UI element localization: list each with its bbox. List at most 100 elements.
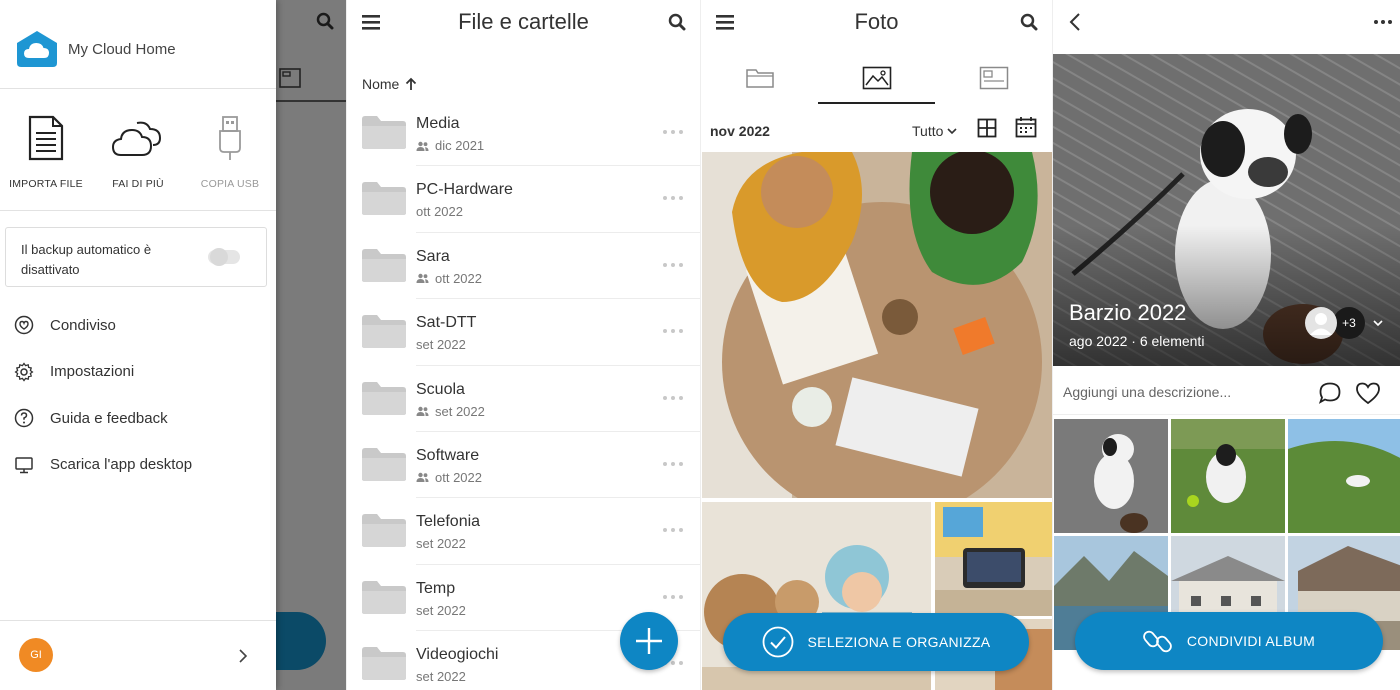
more-options-icon[interactable] <box>663 461 683 466</box>
more-options-icon[interactable] <box>663 594 683 599</box>
import-files-label: IMPORTA FILE <box>9 178 83 190</box>
folder-name: Media <box>416 115 460 132</box>
do-more-button[interactable]: FAI DI PIÙ <box>92 112 184 190</box>
auto-backup-text: Il backup automatico è disattivato <box>21 242 152 277</box>
drawer-menu: Condiviso Impostazioni Guida e feedback … <box>0 302 276 488</box>
select-organize-label: SELEZIONA E ORGANIZZA <box>807 634 991 650</box>
share-album-button[interactable]: CONDIVIDI ALBUM <box>1075 612 1383 670</box>
arrow-up-icon <box>406 77 417 90</box>
menu-item-help[interactable]: Guida e feedback <box>0 395 276 442</box>
album-meta: ago 2022 · 6 elementi <box>1069 333 1205 349</box>
account-row[interactable]: GI <box>0 620 276 690</box>
auto-backup-card: Il backup automatico è disattivato <box>5 227 267 287</box>
folder-row[interactable]: PC-Hardware ott 2022 <box>347 166 700 233</box>
photo-thumbnail[interactable] <box>935 502 1052 616</box>
shared-people-icon <box>416 473 429 483</box>
back-arrow-icon[interactable] <box>1069 13 1081 31</box>
folder-name: Sara <box>416 247 450 265</box>
date-label: nov 2022 <box>710 123 770 139</box>
menu-label-desktop-app: Scarica l'app desktop <box>50 456 193 474</box>
folder-date: set 2022 <box>416 602 466 618</box>
folder-meta: ott 2022 <box>416 204 463 219</box>
filter-dropdown[interactable]: Tutto <box>912 123 957 139</box>
tab-albums[interactable] <box>935 52 1052 104</box>
menu-label-shared: Condiviso <box>50 316 116 334</box>
folder-icon <box>362 514 406 548</box>
menu-item-settings[interactable]: Impostazioni <box>0 349 276 396</box>
more-options-icon[interactable] <box>663 395 683 400</box>
divider <box>1053 414 1400 415</box>
folder-icon <box>745 69 774 88</box>
navigation-drawer-screen: My Cloud Home IMPORTA FILE FAI DI PIÙ CO… <box>0 0 346 690</box>
tab-folders[interactable] <box>701 52 818 104</box>
album-members[interactable]: +3 <box>1305 307 1383 339</box>
select-organize-button[interactable]: SELEZIONA E ORGANIZZA <box>723 613 1029 671</box>
monitor-icon <box>15 457 33 473</box>
menu-item-shared[interactable]: Condiviso <box>0 302 276 349</box>
menu-label-help: Guida e feedback <box>50 409 168 427</box>
more-options-icon[interactable] <box>663 130 683 134</box>
folder-row[interactable]: Scuola set 2022 <box>347 366 700 432</box>
calendar-icon[interactable] <box>1015 116 1037 138</box>
folder-name: Telefonia <box>416 513 481 531</box>
folder-meta: set 2022 <box>416 337 466 352</box>
menu-item-desktop-app[interactable]: Scarica l'app desktop <box>0 442 276 489</box>
folder-date: ott 2022 <box>435 270 482 286</box>
shared-people-icon <box>416 141 429 151</box>
import-files-button[interactable]: IMPORTA FILE <box>0 112 92 190</box>
heart-icon[interactable] <box>1355 381 1381 405</box>
folder-row[interactable]: Software ott 2022 <box>347 432 700 499</box>
more-options-icon[interactable] <box>663 196 683 201</box>
settings-icon <box>14 362 34 382</box>
folder-name: Software <box>416 446 480 464</box>
search-icon[interactable] <box>668 13 686 31</box>
folder-date: ott 2022 <box>416 204 463 220</box>
photo-thumbnail[interactable] <box>1288 419 1400 533</box>
photo-thumbnail[interactable] <box>702 152 1052 498</box>
date-header: nov 2022 Tutto <box>701 112 1052 148</box>
photo-thumbnail[interactable] <box>1054 419 1168 533</box>
files-screen: File e cartelle Nome Media dic 2021 PC-H… <box>346 0 700 690</box>
member-avatar <box>1305 307 1337 339</box>
plus-icon <box>636 628 662 654</box>
shared-people-icon <box>416 406 429 417</box>
auto-backup-toggle[interactable] <box>208 248 240 266</box>
album-title: Barzio 2022 <box>1069 300 1187 325</box>
search-icon[interactable] <box>1020 13 1038 31</box>
folder-icon <box>362 315 406 349</box>
chevron-down-icon <box>947 127 957 134</box>
view-tabs <box>701 52 1052 104</box>
add-button[interactable] <box>620 612 678 670</box>
usb-copy-button[interactable]: COPIA USB <box>184 112 276 190</box>
share-album-label: CONDIVIDI ALBUM <box>1186 633 1316 649</box>
folder-row[interactable]: Media dic 2021 <box>347 100 700 167</box>
divider <box>0 210 276 211</box>
user-icon <box>1310 313 1332 335</box>
comment-icon[interactable] <box>1318 381 1342 405</box>
filter-label: Tutto <box>912 123 944 139</box>
top-bar: Foto <box>701 0 1052 48</box>
dimmed-background[interactable] <box>236 0 346 690</box>
folder-date: ott 2022 <box>435 469 482 485</box>
tab-photos[interactable] <box>818 52 935 104</box>
description-input[interactable]: Aggiungi una descrizione... <box>1063 384 1231 400</box>
more-options-icon[interactable] <box>1374 20 1392 24</box>
album-tab-icon <box>279 68 301 88</box>
tab-indicator <box>276 100 346 102</box>
avatar: GI <box>19 638 53 672</box>
check-circle-icon <box>762 626 793 658</box>
folder-row[interactable]: Telefonia set 2022 <box>347 498 700 565</box>
photos-screen: Foto nov 2022 Tutto SELEZIONA E ORGANIZZ… <box>700 0 1052 690</box>
photo-smart-display <box>935 502 1052 616</box>
more-options-icon[interactable] <box>663 528 683 533</box>
folder-row[interactable]: Sat-DTT set 2022 <box>347 299 700 366</box>
folder-row[interactable]: Sara ott 2022 <box>347 233 700 300</box>
shared-icon <box>14 316 34 335</box>
grid-view-icon[interactable] <box>977 118 997 138</box>
more-options-icon[interactable] <box>663 329 683 334</box>
photo-thumbnail[interactable] <box>1171 419 1285 533</box>
more-options-icon[interactable] <box>663 262 683 267</box>
folder-icon <box>362 116 406 149</box>
sort-control[interactable]: Nome <box>362 76 417 92</box>
menu-label-settings: Impostazioni <box>50 363 135 381</box>
